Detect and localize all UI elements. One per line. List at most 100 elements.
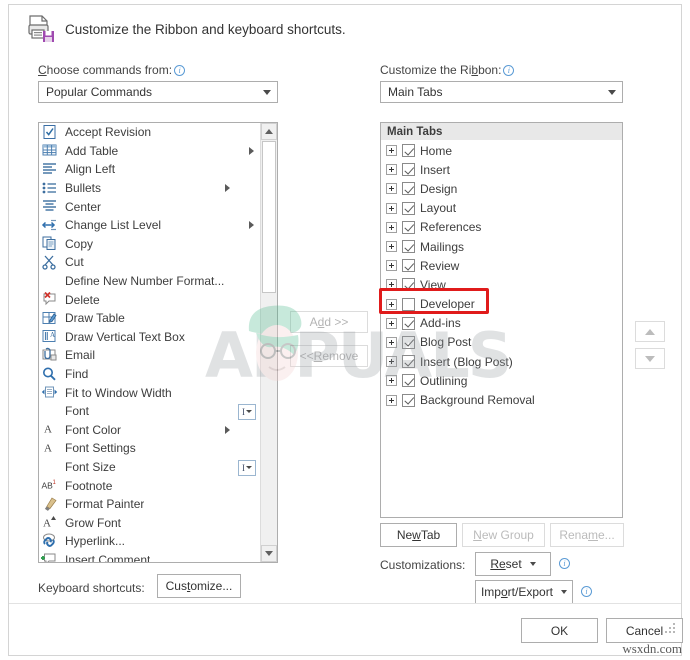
command-list-item[interactable]: A Font Color: [39, 421, 260, 440]
expand-plus-icon[interactable]: [386, 375, 397, 387]
import-export-dropdown-button[interactable]: Import/Export: [475, 580, 573, 604]
command-list-item[interactable]: Add Table: [39, 142, 260, 161]
main-tab-row[interactable]: Background Removal: [381, 390, 622, 409]
main-tab-checkbox[interactable]: [402, 220, 415, 234]
submenu-arrow-icon[interactable]: [225, 184, 230, 193]
new-group-button[interactable]: New Group: [462, 523, 545, 547]
chevron-down-icon[interactable]: [529, 562, 536, 566]
main-tab-checkbox[interactable]: [402, 240, 415, 254]
main-tab-row[interactable]: Design: [381, 179, 622, 198]
command-list-item[interactable]: Insert Comment: [39, 551, 260, 562]
command-list-item[interactable]: AB 1 Footnote: [39, 476, 260, 495]
main-tab-checkbox[interactable]: [402, 374, 415, 388]
command-list-item[interactable]: Copy: [39, 235, 260, 254]
expand-plus-icon[interactable]: [386, 298, 397, 310]
keyboard-customize-button[interactable]: Cus t omize...: [157, 574, 241, 598]
main-tab-row[interactable]: View: [381, 275, 622, 294]
main-tab-checkbox[interactable]: [402, 144, 415, 158]
scrollbar-thumb[interactable]: [262, 141, 276, 293]
command-combo-preview[interactable]: I: [238, 403, 256, 420]
reset-info-icon[interactable]: i: [559, 558, 570, 569]
command-list-item[interactable]: Cut: [39, 253, 260, 272]
rename-button[interactable]: Rena m e...: [550, 523, 624, 547]
main-tab-checkbox[interactable]: [402, 278, 415, 292]
main-tab-row[interactable]: Mailings: [381, 237, 622, 256]
main-tab-row[interactable]: Blog Post: [381, 333, 622, 352]
main-tab-row[interactable]: Insert (Blog Post): [381, 352, 622, 371]
command-list-item[interactable]: Align Left: [39, 160, 260, 179]
command-list-item[interactable]: Center: [39, 197, 260, 216]
command-list-item[interactable]: Bullets: [39, 179, 260, 198]
choose-commands-dropdown[interactable]: Popular Commands: [38, 81, 278, 103]
expand-plus-icon[interactable]: [386, 356, 397, 368]
move-down-arrow-icon[interactable]: [635, 348, 665, 369]
command-list-item[interactable]: Find: [39, 365, 260, 384]
chevron-down-icon[interactable]: [602, 82, 622, 102]
remove-button[interactable]: << Remove: [290, 345, 368, 367]
expand-plus-icon[interactable]: [386, 394, 397, 406]
move-up-arrow-icon[interactable]: [635, 321, 665, 342]
command-list-item[interactable]: Font Size I: [39, 458, 260, 477]
commands-list-scrollbar[interactable]: [260, 123, 277, 562]
command-list-item[interactable]: Font I: [39, 402, 260, 421]
expand-plus-icon[interactable]: [386, 260, 397, 272]
scroll-down-arrow-icon[interactable]: [261, 545, 277, 562]
command-list-item[interactable]: A Font Settings: [39, 439, 260, 458]
command-list-item[interactable]: Format Painter: [39, 495, 260, 514]
command-list-item[interactable]: Accept Revision: [39, 123, 260, 142]
command-list-item[interactable]: A Draw Vertical Text Box: [39, 328, 260, 347]
main-tab-checkbox[interactable]: [402, 259, 415, 273]
add-button[interactable]: Add >>: [290, 311, 368, 333]
expand-plus-icon[interactable]: [386, 202, 397, 214]
expand-plus-icon[interactable]: [386, 183, 397, 195]
main-tab-checkbox[interactable]: [402, 163, 415, 177]
new-tab-button[interactable]: Ne w Tab: [380, 523, 457, 547]
command-combo-preview[interactable]: I: [238, 459, 256, 476]
ok-button[interactable]: OK: [521, 618, 598, 643]
command-list-item[interactable]: Delete: [39, 290, 260, 309]
command-list-item[interactable]: Fit to Window Width: [39, 383, 260, 402]
expand-plus-icon[interactable]: [386, 164, 397, 176]
submenu-arrow-icon[interactable]: [249, 221, 254, 230]
main-tab-checkbox[interactable]: [402, 316, 415, 330]
customize-ribbon-dropdown[interactable]: Main Tabs: [380, 81, 623, 103]
command-list-item[interactable]: Define New Number Format...: [39, 272, 260, 291]
resize-grip[interactable]: [665, 623, 677, 635]
main-tab-row[interactable]: Review: [381, 256, 622, 275]
command-list-item[interactable]: Hyperlink...: [39, 532, 260, 551]
submenu-arrow-icon[interactable]: [249, 146, 254, 155]
scroll-up-arrow-icon[interactable]: [261, 123, 277, 140]
customize-ribbon-info-icon[interactable]: i: [503, 65, 515, 76]
expand-plus-icon[interactable]: [386, 336, 397, 348]
import-export-info-icon[interactable]: i: [581, 586, 592, 597]
commands-listbox[interactable]: Accept Revision Add Table Align Left Bullet…: [38, 122, 278, 563]
submenu-arrow-icon[interactable]: [225, 425, 230, 434]
main-tab-checkbox[interactable]: [402, 393, 415, 407]
command-list-item[interactable]: Change List Level: [39, 216, 260, 235]
main-tab-checkbox[interactable]: [402, 182, 415, 196]
expand-plus-icon[interactable]: [386, 145, 397, 157]
main-tab-checkbox[interactable]: [402, 201, 415, 215]
main-tab-row[interactable]: Outlining: [381, 371, 622, 390]
main-tab-checkbox[interactable]: [402, 335, 415, 349]
reset-dropdown-button[interactable]: Reset: [475, 552, 551, 576]
main-tab-checkbox[interactable]: [402, 355, 415, 369]
main-tab-row[interactable]: Developer: [381, 295, 622, 314]
command-list-item[interactable]: Email: [39, 346, 260, 365]
expand-plus-icon[interactable]: [386, 279, 397, 291]
main-tab-row[interactable]: Layout: [381, 199, 622, 218]
choose-commands-info-icon[interactable]: i: [174, 65, 186, 76]
command-list-item[interactable]: Draw Table: [39, 309, 260, 328]
main-tab-row[interactable]: References: [381, 218, 622, 237]
expand-plus-icon[interactable]: [386, 241, 397, 253]
main-tab-row[interactable]: Add-ins: [381, 314, 622, 333]
main-tabs-treeview[interactable]: Main Tabs Home Insert Design Layout Referenc…: [380, 122, 623, 518]
main-tab-row[interactable]: Home: [381, 141, 622, 160]
command-list-item[interactable]: A Grow Font: [39, 513, 260, 532]
expand-plus-icon[interactable]: [386, 221, 397, 233]
expand-plus-icon[interactable]: [386, 317, 397, 329]
main-tab-row[interactable]: Insert: [381, 160, 622, 179]
main-tab-checkbox[interactable]: [402, 297, 415, 311]
chevron-down-icon[interactable]: [257, 82, 277, 102]
chevron-down-icon[interactable]: [561, 590, 568, 594]
